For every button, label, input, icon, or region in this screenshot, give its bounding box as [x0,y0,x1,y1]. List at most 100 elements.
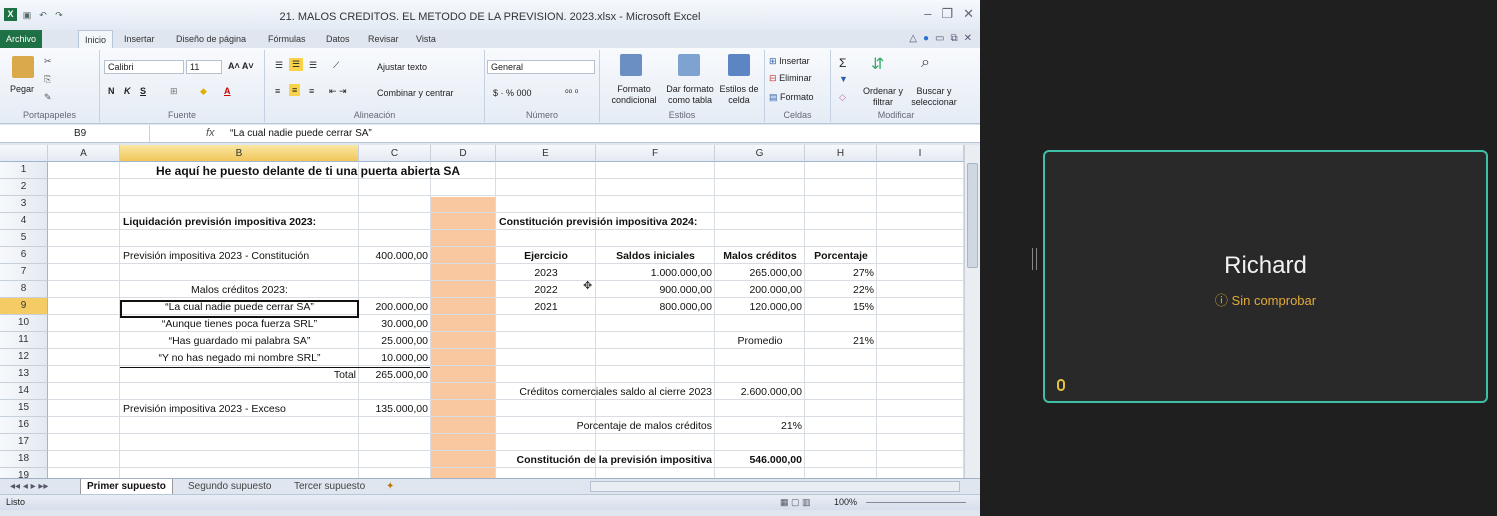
row-header[interactable]: 19 [0,468,48,478]
autosum-icon[interactable]: Σ [839,56,846,70]
orientation-icon[interactable]: ⟋ [333,60,339,71]
cell-g16[interactable]: 21% [715,418,805,435]
clear-icon[interactable]: ◇ [839,92,846,103]
close-icon[interactable]: ✕ [963,6,974,22]
cell-b12[interactable]: “Y no has negado mi nombre SRL” [120,350,359,367]
view-buttons-icon[interactable]: ▦ ▢ ▥ [780,495,811,510]
row-header[interactable]: 3 [0,196,48,213]
row-header[interactable]: 10 [0,315,48,332]
cell-h7[interactable]: 27% [805,265,877,282]
vertical-scrollbar[interactable] [964,145,980,478]
sheet-tab-primer[interactable]: Primer supuesto [80,479,173,494]
cell-e16[interactable]: Porcentaje de malos créditos [496,418,715,435]
name-box[interactable]: B9 [0,125,150,143]
insert-button[interactable]: ⊞ Insertar [769,56,810,67]
format-button[interactable]: ▤ Formato [769,92,814,103]
insert-sheet-icon[interactable]: ✦ [380,479,400,494]
row-header[interactable]: 6 [0,247,48,264]
underline-button[interactable]: S [140,86,146,96]
paste-icon[interactable] [12,56,34,78]
spreadsheet-grid[interactable]: A B C D E F G H I 1 2 3 4 5 6 7 8 9 10 11 12 13 14 15 1… [0,145,964,478]
row-header[interactable]: 16 [0,417,48,434]
cell-b4[interactable]: Liquidación previsión impositiva 2023: [123,214,316,231]
cell-b11[interactable]: “Has guardado mi palabra SA” [120,333,359,350]
cell-e9[interactable]: 2021 [496,299,596,316]
sort-filter-button[interactable]: Ordenar y filtrar [859,86,907,108]
sheet-nav-icon[interactable]: ◂◂ ◂ ▸ ▸▸ [4,479,54,494]
row-header[interactable]: 4 [0,213,48,230]
cell-b13[interactable]: Total [120,367,359,384]
tab-inicio[interactable]: Inicio [78,30,114,48]
row-header[interactable]: 14 [0,383,48,400]
cell-b1[interactable]: He aquí he puesto delante de ti una puer… [120,163,496,180]
cell-h8[interactable]: 22% [805,282,877,299]
cell-e18[interactable]: Constitución de la previsión impositiva [496,452,715,469]
window-restore-icon[interactable]: ⧉ [950,33,957,44]
cell-c13[interactable]: 265.000,00 [359,367,431,384]
row-header[interactable]: 17 [0,434,48,451]
borders-icon[interactable]: ⊞ [170,86,178,97]
column-header[interactable]: H [805,145,877,162]
indent-icon[interactable]: ⇤ ⇥ [329,86,347,97]
wrap-text-button[interactable]: Ajustar texto [377,62,427,72]
copy-icon[interactable]: ⎘ [44,74,51,85]
cell-g7[interactable]: 265.000,00 [715,265,805,282]
column-header[interactable]: G [715,145,805,162]
fill-color-icon[interactable]: ◆ [200,86,207,97]
grow-font-icon[interactable]: A˄ A˅ [228,61,254,71]
delete-button[interactable]: ⊟ Eliminar [769,73,812,84]
cell-g11[interactable]: Promedio [715,333,805,350]
format-table-button[interactable]: Dar formato como tabla [660,84,720,106]
align-right-icon[interactable]: ≡ [309,86,314,96]
fill-icon[interactable]: ▼ [839,74,848,84]
align-bottom-icon[interactable]: ☰ [309,60,317,71]
find-select-button[interactable]: Buscar y seleccionar [907,86,961,108]
column-header[interactable]: A [48,145,120,162]
select-all-corner[interactable] [0,145,48,162]
font-name-select[interactable]: Calibri [104,60,184,74]
restore-icon[interactable]: ❐ [941,6,953,22]
font-color-icon[interactable]: A [224,86,231,96]
scroll-thumb[interactable] [967,163,978,268]
align-top-icon[interactable]: ☰ [275,60,283,71]
cell-e6[interactable]: Ejercicio [496,248,596,265]
column-header[interactable]: E [496,145,596,162]
cell-f9[interactable]: 800.000,00 [596,299,715,316]
tab-archivo[interactable]: Archivo [0,30,43,48]
cell-f7[interactable]: 1.000.000,00 [596,265,715,282]
paste-button[interactable]: Pegar [10,84,34,94]
number-format-select[interactable]: General [487,60,595,74]
horizontal-scrollbar[interactable] [590,481,960,492]
cell-c6[interactable]: 400.000,00 [359,248,431,265]
cell-b15[interactable]: Previsión impositiva 2023 - Exceso [123,401,286,418]
minimize-ribbon-icon[interactable]: △ [909,33,917,44]
cell-h9[interactable]: 15% [805,299,877,316]
minimize-icon[interactable]: – [924,6,931,22]
row-header[interactable]: 1 [0,162,48,179]
cell-c9[interactable]: 200.000,00 [359,299,431,316]
cell-g14[interactable]: 2.600.000,00 [715,384,805,401]
cell-h6[interactable]: Porcentaje [805,248,877,265]
conditional-format-button[interactable]: Formato condicional [604,84,664,106]
zoom-slider[interactable] [866,502,966,503]
cell-styles-button[interactable]: Estilos de celda [716,84,762,106]
tab-diseno[interactable]: Diseño de página [170,30,252,48]
tab-formulas[interactable]: Fórmulas [262,30,312,48]
align-center-icon[interactable]: ≡ [289,84,301,96]
conditional-format-icon[interactable] [620,54,642,76]
row-header[interactable]: 7 [0,264,48,281]
cell-g9[interactable]: 120.000,00 [715,299,805,316]
cell-b8[interactable]: Malos créditos 2023: [120,282,359,299]
merge-center-button[interactable]: Combinar y centrar [377,88,454,98]
decimal-icon[interactable]: ⁰⁰ ⁰ [565,88,578,99]
cell-h11[interactable]: 21% [805,333,877,350]
row-header[interactable]: 18 [0,451,48,468]
row-header[interactable]: 9 [0,298,48,315]
row-header[interactable]: 8 [0,281,48,298]
find-select-icon[interactable]: ⌕ [921,54,930,72]
tab-insertar[interactable]: Insertar [118,30,161,48]
bold-button[interactable]: N [108,86,115,96]
currency-icon[interactable]: $ · % 000 [493,88,532,98]
sheet-tab-segundo[interactable]: Segundo supuesto [182,479,277,494]
cell-g18[interactable]: 546.000,00 [715,452,805,469]
